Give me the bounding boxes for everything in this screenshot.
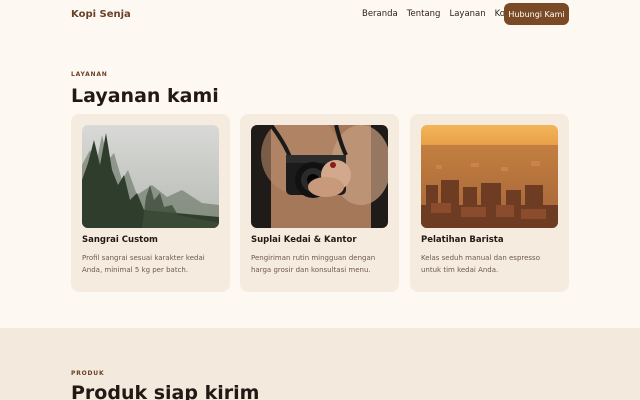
service-card-description: Pengiriman rutin mingguan dengan harga g… bbox=[251, 254, 376, 274]
products-title: Produk siap kirim bbox=[71, 382, 260, 400]
contact-us-button[interactable]: Hubungi Kami bbox=[504, 3, 569, 25]
services-eyebrow: LAYANAN bbox=[71, 71, 108, 78]
services-cards: Sangrai Custom Profil sangrai sesuai kar… bbox=[71, 114, 569, 292]
service-card-title: Sangrai Custom bbox=[82, 235, 158, 245]
service-card-description: Kelas seduh manual dan espresso untuk ti… bbox=[421, 254, 540, 274]
service-card-suplai: Suplai Kedai & Kantor Pengiriman rutin m… bbox=[240, 114, 399, 292]
city-sunset-image bbox=[421, 125, 558, 228]
services-title: Layanan kami bbox=[71, 85, 219, 107]
top-navigation: Kopi Senja Beranda Tentang Layanan Konta… bbox=[0, 0, 640, 28]
service-card-sangrai: Sangrai Custom Profil sangrai sesuai kar… bbox=[71, 114, 230, 292]
site-logo[interactable]: Kopi Senja bbox=[71, 9, 131, 20]
service-card-description: Profil sangrai sesuai karakter kedai And… bbox=[82, 254, 205, 274]
service-card-title: Pelatihan Barista bbox=[421, 235, 504, 245]
forest-image bbox=[82, 125, 219, 228]
nav-link-tentang[interactable]: Tentang bbox=[407, 9, 441, 19]
camera-image bbox=[251, 125, 388, 228]
nav-link-beranda[interactable]: Beranda bbox=[362, 9, 398, 19]
nav-link-layanan[interactable]: Layanan bbox=[449, 9, 485, 19]
nav-links: Beranda Tentang Layanan Kontak bbox=[362, 9, 524, 19]
service-card-title: Suplai Kedai & Kantor bbox=[251, 235, 357, 245]
products-eyebrow: PRODUK bbox=[71, 370, 105, 377]
service-card-pelatihan: Pelatihan Barista Kelas seduh manual dan… bbox=[410, 114, 569, 292]
